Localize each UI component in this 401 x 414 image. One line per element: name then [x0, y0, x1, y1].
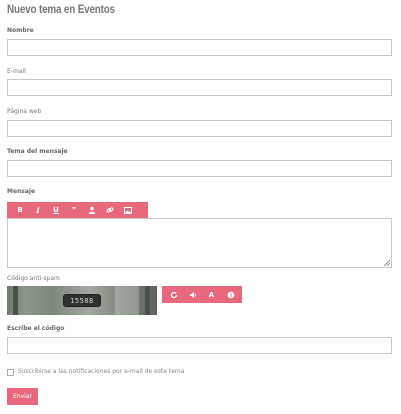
link-glyph	[106, 207, 114, 213]
subscribe-checkbox[interactable]	[7, 369, 14, 376]
audio-icon[interactable]	[183, 286, 202, 303]
info-glyph	[227, 291, 234, 298]
audio-glyph	[189, 291, 196, 298]
message-label: Mensaje	[7, 188, 36, 195]
subscribe-label[interactable]: Suscribirse a las notificaciones por e-m…	[18, 368, 184, 375]
resize-grip-icon[interactable]	[383, 259, 390, 266]
email-field[interactable]	[7, 79, 392, 96]
image-glyph	[124, 206, 132, 214]
user-icon[interactable]	[83, 202, 101, 218]
font-icon[interactable]: A	[202, 286, 221, 303]
italic-icon[interactable]: I	[29, 202, 47, 218]
image-icon[interactable]	[119, 202, 137, 218]
bold-icon[interactable]: B	[11, 202, 29, 218]
captcha-number-plate: 15508	[63, 294, 101, 307]
user-glyph	[88, 206, 96, 214]
email-label: E-mail	[7, 68, 26, 75]
captcha-background-post	[13, 286, 18, 315]
captcha-image: 15508	[7, 286, 157, 315]
code-label: Escribe el código	[7, 325, 65, 332]
captcha-background-light	[115, 286, 139, 315]
underline-icon[interactable]: U	[47, 202, 65, 218]
editor-toolbar: B I U ❞	[7, 202, 148, 218]
submit-button[interactable]: Enviar	[7, 388, 38, 405]
subject-field[interactable]	[7, 160, 392, 177]
link-icon[interactable]	[101, 202, 119, 218]
subject-label: Tema del mensaje	[7, 148, 68, 155]
message-textarea[interactable]	[7, 218, 392, 268]
captcha-code-field[interactable]	[7, 337, 392, 354]
website-label: Página web	[7, 108, 42, 115]
name-label: Nombre	[7, 27, 34, 34]
captcha-label: Código anti-spam	[7, 275, 60, 282]
captcha-background-post	[145, 286, 150, 315]
name-field[interactable]	[7, 39, 392, 56]
website-field[interactable]	[7, 120, 392, 137]
quote-icon[interactable]: ❞	[65, 202, 83, 218]
info-icon[interactable]	[221, 286, 240, 303]
page-title: Nuevo tema en Eventos	[7, 4, 115, 16]
captcha-toolbar: A	[162, 286, 242, 303]
refresh-glyph	[170, 291, 177, 298]
refresh-icon[interactable]	[164, 286, 183, 303]
